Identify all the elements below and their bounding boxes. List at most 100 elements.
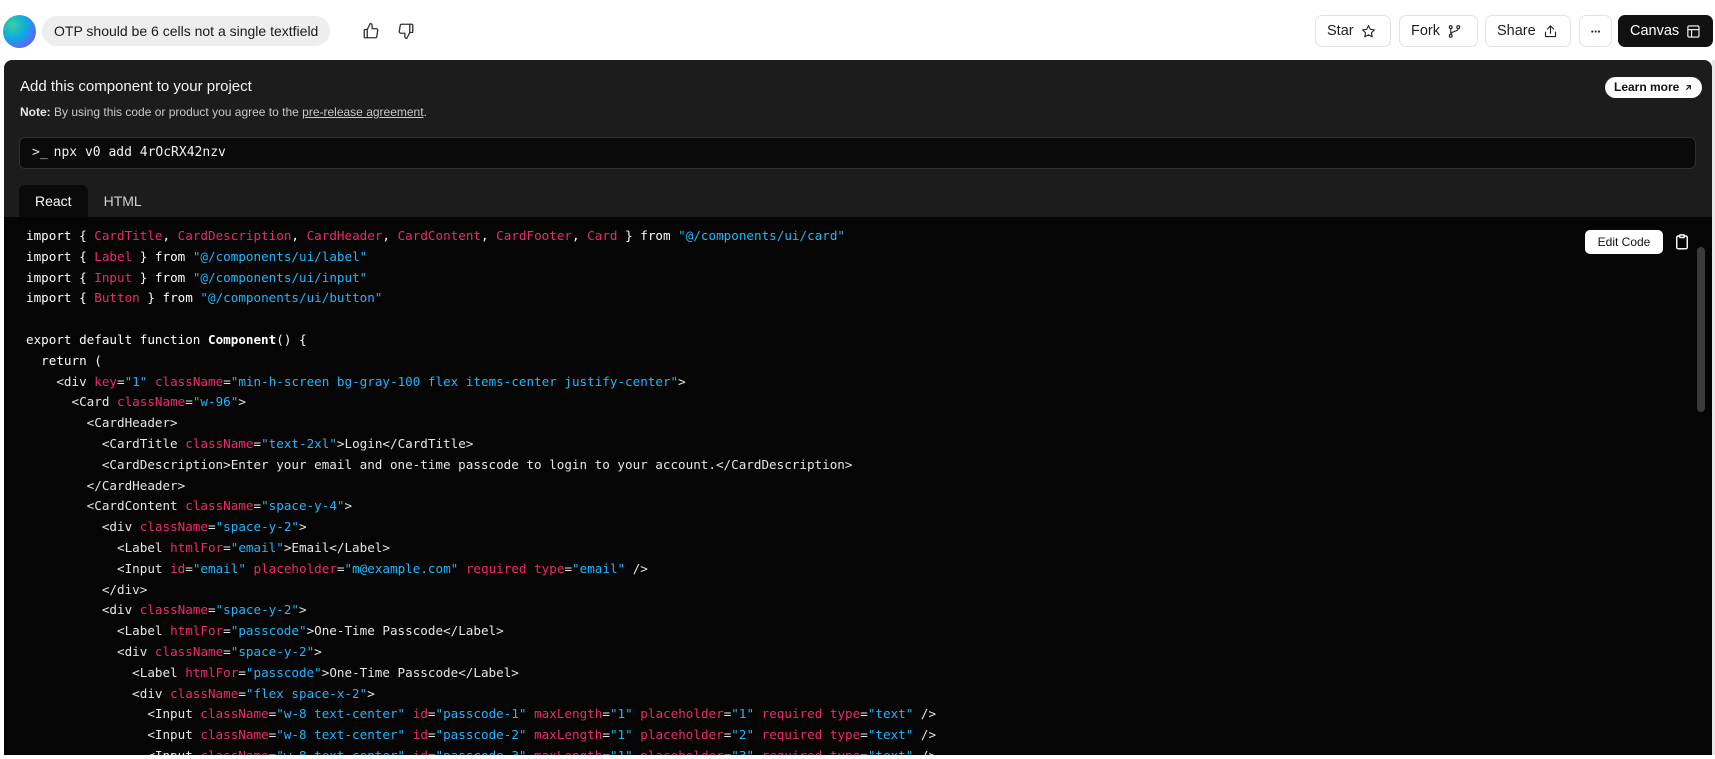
code-token: <div [26, 519, 140, 535]
code-viewer[interactable]: import { CardTitle, CardDescription, Car… [4, 217, 1712, 755]
learn-more-label: Learn more [1614, 80, 1680, 94]
code-line: <CardDescription>Enter your email and on… [26, 455, 936, 476]
code-token: "w-8 text-center" [276, 748, 405, 755]
star-label: Star [1327, 23, 1354, 39]
code-token: , [291, 228, 307, 243]
code-token: , [162, 228, 178, 243]
thumbs-down-icon[interactable] [393, 18, 419, 44]
code-line: <div key="1" className="min-h-screen bg-… [26, 372, 936, 393]
code-token: CardTitle [94, 228, 163, 243]
clipboard-icon[interactable] [1673, 233, 1691, 251]
code-token: "w-8 text-center" [276, 727, 406, 743]
code-token: className [170, 685, 239, 701]
code-line: <Label htmlFor="email">Email</Label> [26, 538, 936, 559]
code-token: required [465, 560, 527, 576]
code-token: maxLength [534, 727, 603, 743]
pre-release-agreement-link[interactable]: pre-release agreement [302, 105, 423, 119]
code-token: /> [913, 727, 937, 743]
canvas-icon [1687, 24, 1700, 38]
code-token: CardHeader [306, 228, 383, 243]
note-body: By using this code or product you agree … [50, 105, 303, 119]
code-token: <CardDescription>Enter your email and on… [26, 456, 853, 472]
canvas-button[interactable]: Canvas [1618, 15, 1713, 47]
code-line: <Input className="w-8 text-center" id="p… [26, 746, 936, 755]
tab-html[interactable]: HTML [88, 185, 158, 217]
avatar[interactable] [3, 15, 36, 48]
thumbs-up-icon[interactable] [358, 18, 384, 44]
code-tabs: React HTML [19, 185, 158, 217]
code-token: = [223, 539, 231, 555]
fork-button[interactable]: Fork [1399, 15, 1478, 47]
code-token: "@/components/ui/card" [678, 228, 845, 243]
code-token: required [762, 748, 823, 755]
learn-more-button[interactable]: Learn more [1605, 77, 1703, 98]
code-token: = [253, 435, 262, 451]
code-token: = [860, 706, 868, 722]
code-token: "1" [609, 706, 633, 722]
note-prefix: Note: [20, 105, 51, 119]
code-token: >Email</Label> [283, 539, 390, 555]
code-line: <div className="space-y-2"> [26, 642, 936, 663]
code-token: <CardHeader> [26, 415, 178, 431]
code-token: import { [26, 290, 95, 306]
code-token: "m@example.com" [344, 560, 459, 576]
code-scrollbar[interactable] [1697, 247, 1705, 412]
code-line: <Card className="w-96"> [26, 392, 936, 413]
code-line: import { Input } from "@/components/ui/i… [26, 268, 936, 289]
code-token: "text-2xl" [261, 435, 337, 451]
star-button[interactable]: Star [1315, 15, 1391, 47]
more-button[interactable]: ··· [1579, 15, 1612, 47]
note-text: Note: By using this code or product you … [20, 105, 427, 119]
note-suffix: . [423, 105, 427, 119]
command-box[interactable]: >_ npx v0 add 4rOcRX42nzv [19, 137, 1696, 169]
code-token: = [207, 519, 216, 535]
code-token: , [382, 228, 398, 243]
code-token: placeholder [640, 706, 724, 722]
code-token: className [154, 373, 224, 389]
code-token: return ( [26, 352, 102, 368]
code-token: = [427, 706, 436, 722]
code-line: <Input className="w-8 text-center" id="p… [26, 725, 936, 746]
code-token: <div [26, 643, 155, 659]
code-token: "space-y-2" [215, 602, 299, 618]
code-token: className [154, 643, 224, 659]
code-token: <Label [26, 664, 186, 680]
code-token: <Label [26, 623, 171, 639]
code-token: > [314, 643, 322, 659]
fork-icon [1448, 24, 1461, 38]
code-token: "space-y-4" [261, 498, 345, 514]
code-token: = [564, 560, 573, 576]
code-token: = [223, 373, 231, 389]
code-token: className [200, 706, 269, 722]
code-token: </div> [26, 581, 148, 597]
code-token: "passcode" [230, 623, 307, 639]
code-token: maxLength [534, 706, 603, 722]
tab-react[interactable]: React [19, 185, 88, 217]
code-token: , [571, 228, 588, 243]
code-token: type [534, 560, 565, 576]
code-line: <Label htmlFor="passcode">One-Time Passc… [26, 663, 936, 684]
code-token: "email" [230, 539, 284, 555]
code-token: } from [617, 228, 679, 243]
code-line: <div className="flex space-x-2"> [26, 684, 936, 705]
code-token: <Input [26, 560, 171, 576]
code-token: "space-y-2" [230, 643, 315, 659]
edit-code-button[interactable]: Edit Code [1585, 230, 1663, 254]
prompt-pill[interactable]: OTP should be 6 cells not a single textf… [42, 16, 331, 46]
code-token: = [223, 623, 231, 639]
code-line: <div className="space-y-2"> [26, 517, 936, 538]
code-token: = [602, 706, 610, 722]
code-token: maxLength [534, 748, 602, 755]
code-token: "email" [192, 560, 246, 576]
share-button[interactable]: Share [1485, 15, 1571, 47]
code-token: className [200, 748, 268, 755]
code-token: <CardTitle [26, 435, 186, 451]
code-token: Label [94, 248, 133, 264]
command-text: npx v0 add 4rOcRX42nzv [53, 145, 226, 160]
